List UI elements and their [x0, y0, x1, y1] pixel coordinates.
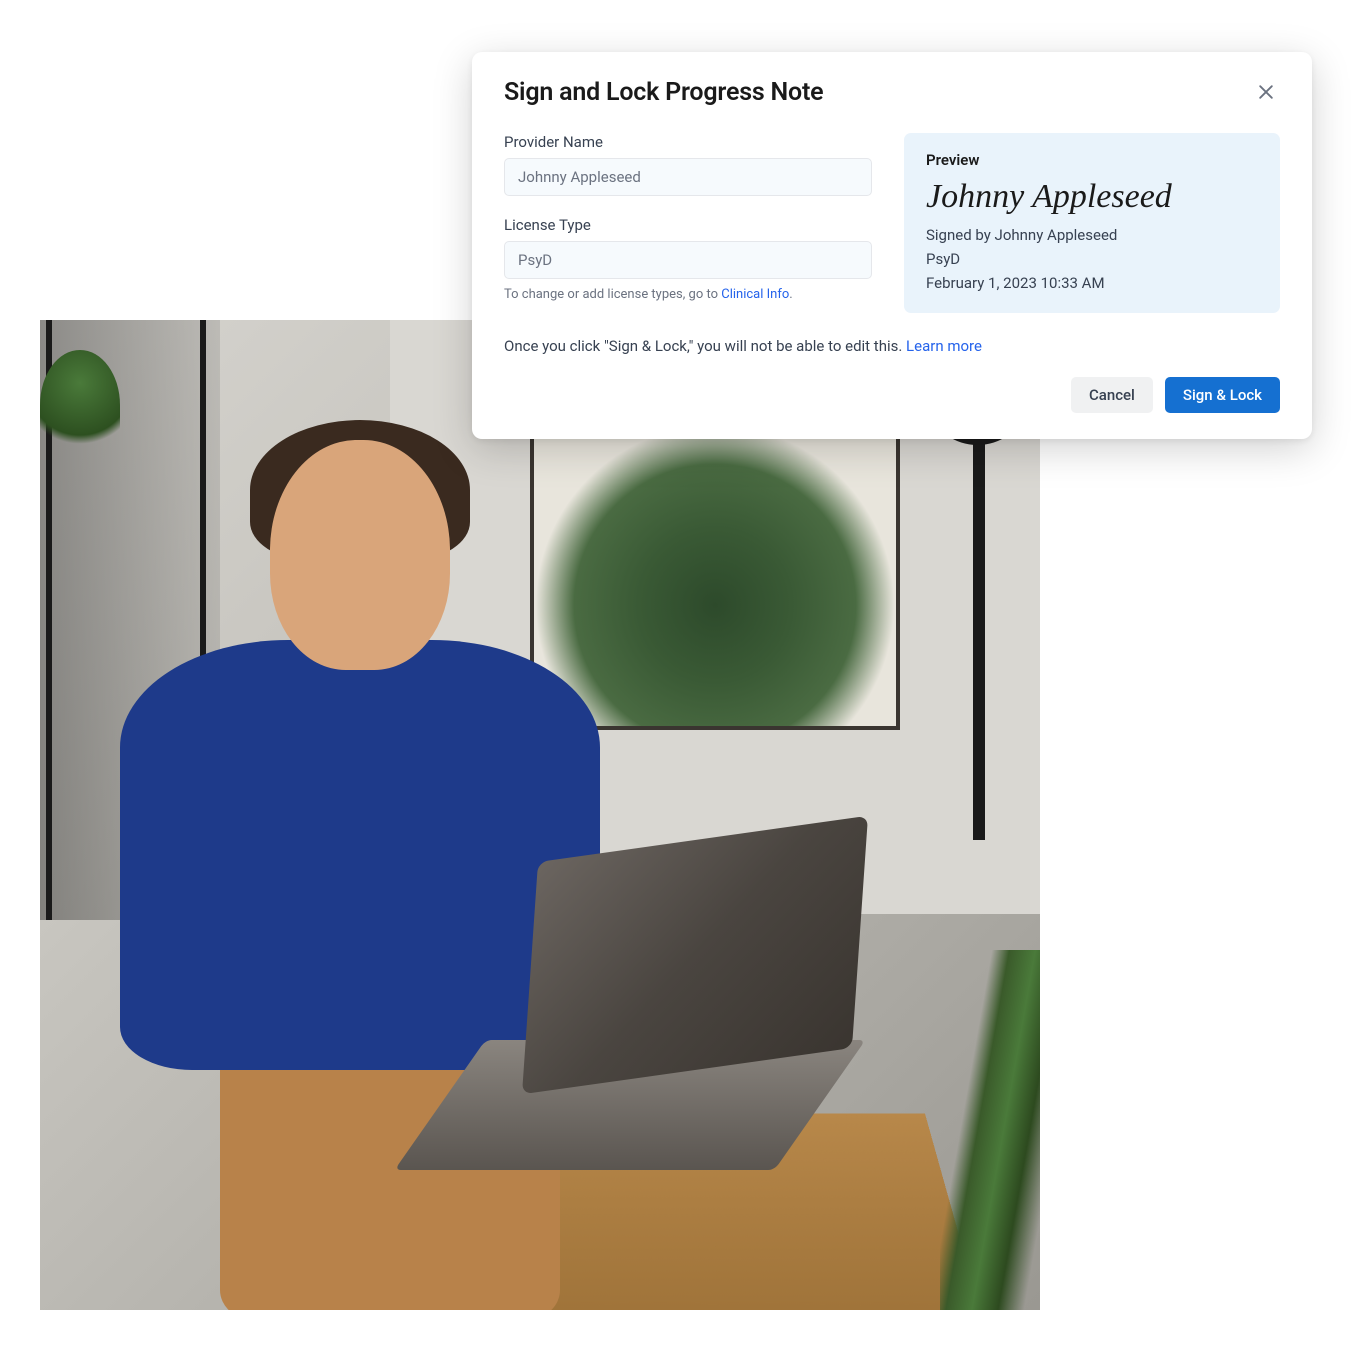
bg-laptop — [440, 840, 870, 1180]
bg-laptop-screen — [522, 816, 868, 1095]
provider-name-label: Provider Name — [504, 133, 872, 151]
signature-script: Johnny Appleseed — [926, 175, 1258, 219]
license-type-label: License Type — [504, 216, 872, 234]
dialog-footer: Cancel Sign & Lock — [504, 377, 1280, 413]
dialog-body: Provider Name License Type To change or … — [504, 133, 1280, 313]
cancel-button[interactable]: Cancel — [1071, 377, 1153, 413]
bg-plant-right — [940, 950, 1040, 1310]
license-helper-suffix: . — [789, 287, 792, 302]
sign-lock-button[interactable]: Sign & Lock — [1165, 377, 1280, 413]
clinical-info-link[interactable]: Clinical Info — [721, 287, 789, 302]
license-helper-text: To change or add license types, go to Cl… — [504, 286, 872, 304]
license-type-group: License Type To change or add license ty… — [504, 216, 872, 304]
form-column: Provider Name License Type To change or … — [504, 133, 872, 313]
dialog-title: Sign and Lock Progress Note — [504, 78, 823, 107]
license-type-input[interactable] — [504, 241, 872, 279]
bg-head — [270, 440, 450, 670]
license-helper-prefix: To change or add license types, go to — [504, 287, 721, 302]
preview-label: Preview — [926, 151, 1258, 169]
background-photo — [40, 320, 1040, 1310]
bg-lamp-pole — [973, 400, 985, 840]
preview-license: PsyD — [926, 247, 1258, 271]
preview-timestamp: February 1, 2023 10:33 AM — [926, 271, 1258, 295]
provider-name-group: Provider Name — [504, 133, 872, 196]
sign-lock-dialog: Sign and Lock Progress Note Provider Nam… — [472, 52, 1312, 439]
provider-name-input[interactable] — [504, 158, 872, 196]
close-button[interactable] — [1252, 78, 1280, 109]
close-icon — [1256, 82, 1276, 105]
preview-signed-by: Signed by Johnny Appleseed — [926, 223, 1258, 247]
learn-more-link[interactable]: Learn more — [906, 337, 982, 355]
warning-message: Once you click "Sign & Lock," you will n… — [504, 337, 906, 355]
preview-panel: Preview Johnny Appleseed Signed by Johnn… — [904, 133, 1280, 313]
warning-text: Once you click "Sign & Lock," you will n… — [504, 337, 1280, 355]
dialog-header: Sign and Lock Progress Note — [504, 78, 1280, 109]
